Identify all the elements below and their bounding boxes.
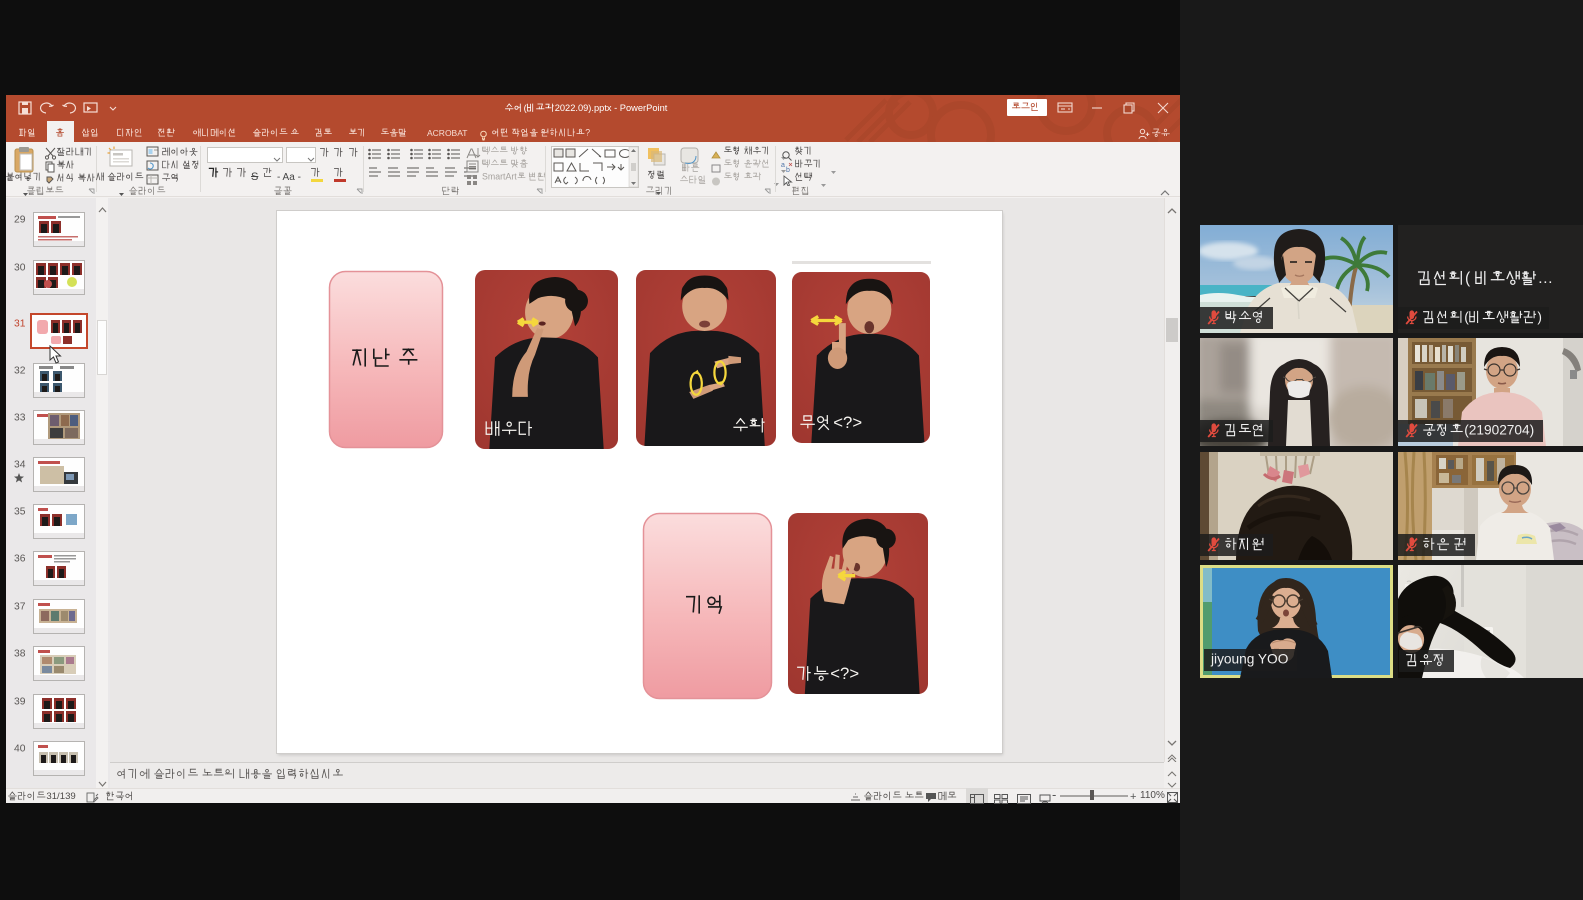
svg-text:31: 31 (14, 319, 26, 330)
svg-text:40: 40 (14, 744, 26, 755)
svg-text:31/139: 31/139 (46, 791, 75, 802)
svg-text:35: 35 (14, 507, 26, 518)
svg-text:<?>: <?> (830, 664, 859, 683)
svg-text:<?>: <?> (833, 413, 862, 432)
svg-text:30: 30 (14, 263, 26, 274)
svg-text:37: 37 (14, 602, 26, 613)
svg-text:29: 29 (14, 215, 26, 226)
svg-text:SmartArt: SmartArt (482, 171, 517, 181)
svg-text:33: 33 (14, 413, 26, 424)
svg-text:…: … (1538, 270, 1554, 287)
svg-text:(: ( (1465, 270, 1471, 287)
svg-text:39: 39 (14, 697, 26, 708)
svg-text:2022.09).pptx - PowerPoint: 2022.09).pptx - PowerPoint (555, 103, 668, 113)
svg-text:?: ? (585, 127, 590, 137)
svg-text:36: 36 (14, 554, 26, 565)
svg-text:a: a (781, 162, 785, 169)
svg-text:38: 38 (14, 649, 26, 660)
svg-text:(: ( (1464, 310, 1469, 325)
svg-text:32: 32 (14, 366, 26, 377)
svg-text:jiyoung YOO: jiyoung YOO (1210, 652, 1288, 667)
svg-text:(21902704): (21902704) (1464, 423, 1534, 438)
svg-text:): ) (1537, 310, 1542, 325)
svg-text:34: 34 (14, 460, 26, 471)
